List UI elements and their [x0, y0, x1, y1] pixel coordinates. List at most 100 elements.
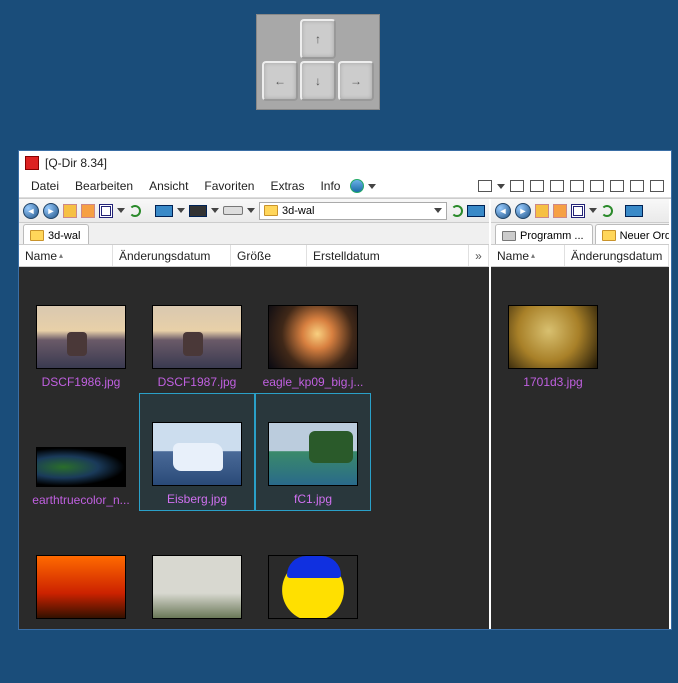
- file-thumbnail[interactable]: fC1.jpg: [255, 393, 371, 511]
- file-thumbnail[interactable]: eagle_kp09_big.j...: [255, 275, 371, 393]
- col-name[interactable]: Name▴: [19, 245, 113, 266]
- tab-3dwal[interactable]: 3d-wal: [23, 224, 89, 244]
- dropdown-icon[interactable]: [117, 208, 125, 213]
- thumbnail-image: [36, 447, 126, 487]
- file-name: DSCF1986.jpg: [42, 375, 121, 389]
- file-name: earthtruecolor_n...: [32, 493, 129, 507]
- folder-icon: [602, 230, 616, 241]
- right-toolbar: ◄ ►: [491, 199, 669, 223]
- right-column-headers: Name▴ Änderungsdatum: [491, 245, 669, 267]
- dropdown-icon[interactable]: [177, 208, 185, 213]
- monitor-icon[interactable]: [155, 205, 173, 217]
- file-name: eagle_kp09_big.j...: [263, 375, 364, 389]
- left-column-headers: Name▴ Änderungsdatum Größe Erstelldatum …: [19, 245, 489, 267]
- file-thumbnail[interactable]: [255, 511, 371, 629]
- layout-4-icon[interactable]: [630, 180, 644, 192]
- thumbnail-image: [36, 305, 126, 369]
- up-folder-icon[interactable]: [63, 204, 77, 218]
- col-more[interactable]: »: [469, 245, 489, 266]
- dropdown-icon[interactable]: [211, 208, 219, 213]
- layout-single-icon[interactable]: [478, 180, 492, 192]
- view-grid-icon[interactable]: [571, 204, 585, 218]
- tab-label: Neuer Ord ...: [620, 230, 669, 242]
- monitor-icon[interactable]: [467, 205, 485, 217]
- layout-4b-icon[interactable]: [650, 180, 664, 192]
- left-file-area[interactable]: DSCF1986.jpg DSCF1987.jpg eagle_kp09_big.j…: [19, 267, 489, 629]
- tab-label: 3d-wal: [48, 230, 80, 242]
- right-pane: ◄ ► Programm ... Neuer Ord ...: [491, 199, 671, 629]
- folder-icon[interactable]: [553, 204, 567, 218]
- file-thumbnail[interactable]: 1701d3.jpg: [495, 275, 611, 393]
- col-size[interactable]: Größe: [231, 245, 307, 266]
- globe-icon[interactable]: [350, 179, 364, 193]
- folder-icon: [264, 205, 278, 216]
- drive-icon: [502, 231, 516, 241]
- monitor-dark-icon[interactable]: [189, 205, 207, 217]
- monitor-icon[interactable]: [625, 205, 643, 217]
- file-thumbnail[interactable]: DSCF1986.jpg: [23, 275, 139, 393]
- dropdown-icon[interactable]: [497, 184, 505, 189]
- drive-icon[interactable]: [223, 206, 243, 215]
- file-name: Eisberg.jpg: [167, 492, 227, 506]
- tab-programm[interactable]: Programm ...: [495, 224, 593, 244]
- forward-button[interactable]: ►: [515, 203, 531, 219]
- left-tabs: 3d-wal: [19, 223, 489, 245]
- right-file-area[interactable]: 1701d3.jpg: [491, 267, 669, 629]
- back-button[interactable]: ◄: [23, 203, 39, 219]
- layout-3d-icon[interactable]: [610, 180, 624, 192]
- file-name: DSCF1987.jpg: [158, 375, 237, 389]
- col-modified[interactable]: Änderungsdatum: [565, 245, 669, 266]
- dropdown-icon[interactable]: [589, 208, 597, 213]
- file-thumbnail[interactable]: Eisberg.jpg: [139, 393, 255, 511]
- menu-datei[interactable]: Datei: [25, 177, 65, 195]
- qdir-window: [Q-Dir 8.34] Datei Bearbeiten Ansicht Fa…: [18, 150, 672, 630]
- thumbnail-image: [268, 555, 358, 619]
- layout-3a-icon[interactable]: [550, 180, 564, 192]
- menu-ansicht[interactable]: Ansicht: [143, 177, 194, 195]
- menu-info[interactable]: Info: [314, 177, 346, 195]
- file-thumbnail[interactable]: [139, 511, 255, 629]
- layout-2h-icon[interactable]: [530, 180, 544, 192]
- titlebar[interactable]: [Q-Dir 8.34]: [19, 151, 671, 175]
- layout-2v-icon[interactable]: [510, 180, 524, 192]
- col-name[interactable]: Name▴: [491, 245, 565, 266]
- dropdown-icon[interactable]: [368, 184, 376, 189]
- dropdown-icon[interactable]: [247, 208, 255, 213]
- tab-label: Programm ...: [520, 230, 584, 242]
- right-tabs: Programm ... Neuer Ord ...: [491, 223, 669, 245]
- left-pane: ◄ ► 3d-wal: [19, 199, 491, 629]
- menu-bearbeiten[interactable]: Bearbeiten: [69, 177, 139, 195]
- app-icon: [25, 156, 39, 170]
- folder-icon[interactable]: [81, 204, 95, 218]
- refresh-icon[interactable]: [451, 205, 463, 217]
- back-button[interactable]: ◄: [495, 203, 511, 219]
- thumbnail-image: [508, 305, 598, 369]
- thumbnail-image: [268, 305, 358, 369]
- file-thumbnail[interactable]: [23, 511, 139, 629]
- layout-3c-icon[interactable]: [590, 180, 604, 192]
- col-created[interactable]: Erstelldatum: [307, 245, 469, 266]
- dropdown-icon[interactable]: [434, 208, 442, 213]
- thumbnail-image: [152, 422, 242, 486]
- tab-neuer-ord[interactable]: Neuer Ord ...: [595, 224, 669, 244]
- thumbnail-image: [152, 305, 242, 369]
- menu-favoriten[interactable]: Favoriten: [198, 177, 260, 195]
- up-folder-icon[interactable]: [535, 204, 549, 218]
- address-bar[interactable]: 3d-wal: [259, 202, 447, 220]
- arrow-keypad-image: ↑ ←↓→: [256, 14, 380, 110]
- layout-3b-icon[interactable]: [570, 180, 584, 192]
- folder-icon: [30, 230, 44, 241]
- refresh-icon[interactable]: [601, 205, 613, 217]
- col-modified[interactable]: Änderungsdatum: [113, 245, 231, 266]
- window-title: [Q-Dir 8.34]: [45, 156, 107, 170]
- address-text: 3d-wal: [282, 205, 314, 217]
- refresh-icon[interactable]: [129, 205, 141, 217]
- file-name: fC1.jpg: [294, 492, 332, 506]
- thumbnail-image: [268, 422, 358, 486]
- forward-button[interactable]: ►: [43, 203, 59, 219]
- menu-extras[interactable]: Extras: [264, 177, 310, 195]
- file-thumbnail[interactable]: DSCF1987.jpg: [139, 275, 255, 393]
- view-grid-icon[interactable]: [99, 204, 113, 218]
- menubar: Datei Bearbeiten Ansicht Favoriten Extra…: [19, 175, 671, 198]
- file-thumbnail[interactable]: earthtruecolor_n...: [23, 393, 139, 511]
